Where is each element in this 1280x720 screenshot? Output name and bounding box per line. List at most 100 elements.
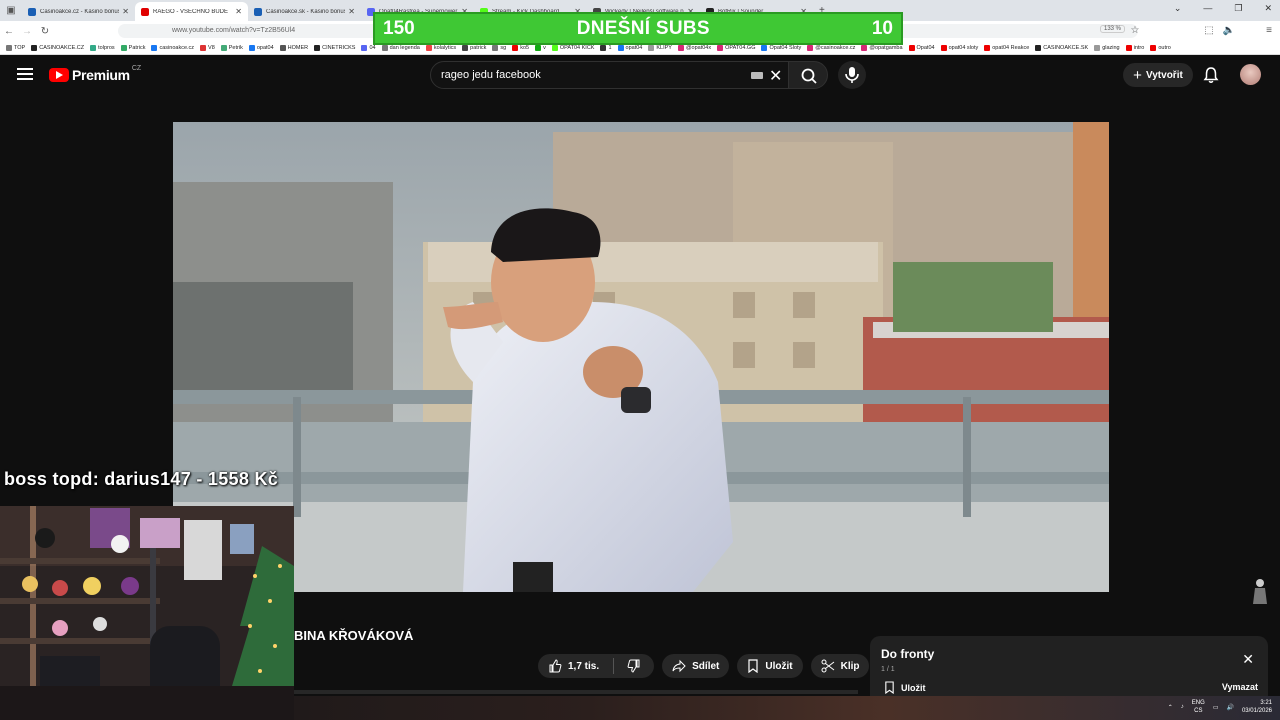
- bookmark-item[interactable]: dan legenda: [381, 44, 420, 51]
- search-button[interactable]: [788, 61, 828, 89]
- save-button[interactable]: Uložit: [737, 654, 803, 678]
- zoom-level[interactable]: 133 %: [1100, 25, 1126, 33]
- queue-save-button[interactable]: Uložit: [884, 681, 926, 694]
- dropdown-icon[interactable]: ⌄: [1174, 3, 1182, 14]
- maximize-icon[interactable]: ❐: [1234, 3, 1242, 14]
- browser-tab[interactable]: RAEGO - VŠECHNO BUDE ✕: [135, 2, 248, 21]
- extensions-icon[interactable]: ⬚: [1200, 25, 1218, 36]
- bookmark-item[interactable]: KLIPY: [648, 44, 672, 51]
- bookmark-item[interactable]: tolpros: [90, 44, 115, 51]
- bookmark-item[interactable]: kolalytics: [425, 44, 456, 51]
- bookmark-item[interactable]: outro: [1150, 44, 1171, 51]
- create-button[interactable]: + Vytvořit: [1123, 63, 1193, 87]
- bookmark-item[interactable]: OPAT04 KICK: [551, 44, 594, 51]
- thumbs-up-icon: [549, 659, 562, 673]
- forward-icon[interactable]: →: [18, 26, 36, 37]
- youtube-premium-logo[interactable]: Premium CZ: [49, 65, 141, 83]
- bookmark-item[interactable]: CASINOAKCE.SK: [1035, 44, 1088, 51]
- bookmark-label: opat04: [256, 44, 274, 51]
- avatar[interactable]: [1240, 64, 1261, 85]
- bookmark-item[interactable]: opat04 Reakce: [984, 44, 1030, 51]
- bookmark-label: tolpros: [98, 44, 115, 51]
- bookmark-item[interactable]: HOMER: [279, 44, 308, 51]
- webcam-overlay: [0, 506, 294, 720]
- tab-menu-icon[interactable]: ▣: [0, 5, 22, 16]
- bookmark-item[interactable]: casinoakce.cz: [151, 44, 194, 51]
- star-icon[interactable]: ☆: [1126, 25, 1144, 36]
- subs-right-count: 10: [871, 17, 893, 39]
- share-icon: [672, 659, 686, 673]
- volume-icon[interactable]: 🔊: [1226, 704, 1233, 711]
- window-controls: ⌄ — ❐ ✕: [1174, 3, 1272, 14]
- like-button[interactable]: 1,7 tis.: [538, 654, 655, 678]
- bookmark-favicon-icon: [861, 44, 868, 51]
- queue-clear-button[interactable]: Vymazat: [1222, 682, 1258, 692]
- browser-tab[interactable]: Casinoakce.cz - Kasino bonusy ✕: [22, 2, 135, 21]
- bookmark-item[interactable]: Opat04: [908, 44, 935, 51]
- bookmark-label: 04: [369, 44, 376, 51]
- search-query: rageo jedu facebook: [441, 69, 541, 81]
- bookmark-favicon-icon: [551, 44, 558, 51]
- bookmark-item[interactable]: V8: [200, 44, 215, 51]
- bookmark-label: opat04 Reakce: [992, 44, 1030, 51]
- bookmark-item[interactable]: @casinoakce.cz: [807, 44, 855, 51]
- thumbs-down-icon[interactable]: [620, 659, 644, 673]
- bookmark-item[interactable]: @opatgamba: [861, 44, 903, 51]
- hamburger-menu-icon[interactable]: [17, 68, 33, 80]
- clock[interactable]: 3:21 03/01/2026: [1242, 699, 1272, 715]
- close-window-icon[interactable]: ✕: [1264, 3, 1272, 14]
- video-player[interactable]: [173, 122, 1109, 592]
- bookmark-item[interactable]: Patrick: [120, 44, 145, 51]
- bookmark-favicon-icon: [908, 44, 915, 51]
- bookmark-item[interactable]: opat04: [248, 44, 274, 51]
- speaker-icon[interactable]: 🔈: [1220, 25, 1238, 36]
- mic-tray-icon[interactable]: ♪: [1181, 704, 1184, 710]
- close-queue-icon[interactable]: ✕: [1242, 651, 1254, 668]
- queue-save-label: Uložit: [901, 682, 926, 693]
- bookmark-favicon-icon: [248, 44, 255, 51]
- create-label: Vytvořit: [1145, 69, 1183, 81]
- voice-search-button[interactable]: [838, 61, 866, 89]
- bookmark-item[interactable]: @opat04x: [677, 44, 711, 51]
- close-tab-icon[interactable]: ✕: [235, 7, 242, 16]
- bookmark-item[interactable]: opat04 sloty: [940, 44, 979, 51]
- bookmark-label: opat04 sloty: [948, 44, 979, 51]
- bookmark-item[interactable]: opat04: [617, 44, 642, 51]
- network-icon[interactable]: ▭: [1213, 704, 1219, 711]
- tray-chevron-icon[interactable]: ⌃: [1168, 704, 1173, 711]
- bookmark-item[interactable]: CASINOAKCE.CZ: [31, 44, 84, 51]
- reload-icon[interactable]: ↻: [36, 26, 54, 37]
- close-tab-icon[interactable]: ✕: [122, 7, 129, 16]
- bookmark-item[interactable]: 1: [600, 44, 612, 51]
- video-frame: [173, 122, 1109, 592]
- keyboard-icon[interactable]: [751, 72, 763, 79]
- bookmark-item[interactable]: TOP: [6, 44, 25, 51]
- bookmark-item[interactable]: Petrik: [220, 44, 243, 51]
- bookmark-item[interactable]: OPAT04.GG: [717, 44, 755, 51]
- bookmark-item[interactable]: CINETRICKS: [314, 44, 355, 51]
- bookmark-item[interactable]: ko5: [512, 44, 529, 51]
- bookmark-item[interactable]: glazing: [1094, 44, 1120, 51]
- bookmark-item[interactable]: v: [535, 44, 546, 51]
- bookmark-item[interactable]: patrick: [462, 44, 486, 51]
- bookmark-favicon-icon: [1035, 44, 1042, 51]
- language-indicator[interactable]: ENG CS: [1192, 699, 1205, 715]
- minimize-icon[interactable]: —: [1203, 3, 1212, 14]
- bookmark-label: Petrik: [228, 44, 243, 51]
- bookmark-item[interactable]: 04: [361, 44, 376, 51]
- settings-icon[interactable]: ≡: [1260, 25, 1278, 36]
- share-label: Sdílet: [692, 660, 720, 672]
- bookmark-item[interactable]: sg: [492, 44, 506, 51]
- clear-search-icon[interactable]: ✕: [769, 66, 782, 86]
- close-tab-icon[interactable]: ✕: [348, 7, 355, 16]
- bookmark-item[interactable]: intro: [1125, 44, 1144, 51]
- clip-button[interactable]: Klip: [810, 654, 870, 678]
- browser-tab[interactable]: Casinoakce.sk - Kasino bonusy ✕: [248, 2, 361, 21]
- share-button[interactable]: Sdílet: [662, 654, 730, 678]
- youtube-header: Premium CZ rageo jedu facebook ✕ + Vytvo…: [0, 56, 1280, 94]
- scissors-icon: [821, 659, 834, 673]
- bookmark-item[interactable]: Opat04 Sloty: [761, 44, 801, 51]
- search-input[interactable]: rageo jedu facebook ✕: [430, 61, 789, 89]
- back-icon[interactable]: ←: [0, 26, 18, 37]
- notifications-bell-icon[interactable]: [1202, 66, 1220, 84]
